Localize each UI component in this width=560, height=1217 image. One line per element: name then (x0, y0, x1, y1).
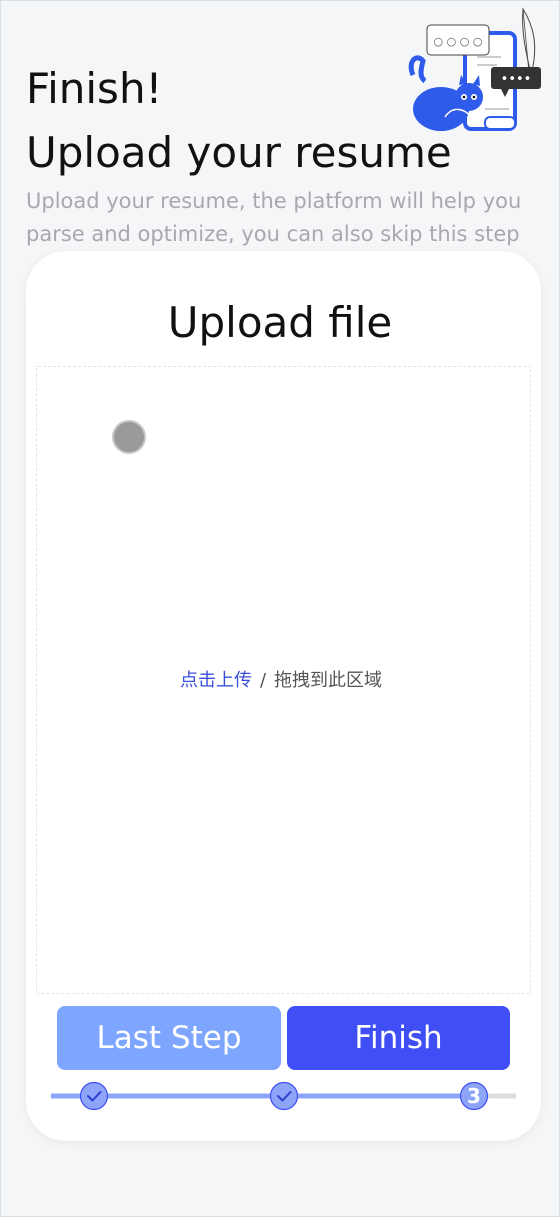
step-3-number: 3 (467, 1084, 481, 1108)
finish-button[interactable]: Finish (287, 1006, 510, 1070)
step-1-complete (79, 1081, 109, 1111)
step-2-complete (269, 1081, 299, 1111)
cat-chat-illustration: ○ ○ ○ ○ •••• (408, 7, 541, 131)
bubble-dark-text: •••• (501, 72, 532, 87)
loading-indicator (112, 420, 146, 454)
click-upload-link[interactable]: 点击上传 (180, 670, 252, 691)
dropzone-text: 点击上传 / 拖拽到此区域 (1, 669, 560, 693)
page-description: Upload your resume, the platform will he… (26, 189, 522, 246)
dropzone-separator: / (259, 670, 267, 691)
step-3-current: 3 (459, 1081, 489, 1111)
page-subtitle: Upload your resume (26, 128, 452, 177)
last-step-button[interactable]: Last Step (57, 1006, 281, 1070)
step-progress: 3 (51, 1081, 516, 1111)
upload-title: Upload file (167, 298, 393, 347)
page-title: Finish! (26, 64, 163, 113)
bubble-top-text: ○ ○ ○ ○ (434, 35, 483, 48)
drag-hint: 拖拽到此区域 (274, 670, 383, 691)
